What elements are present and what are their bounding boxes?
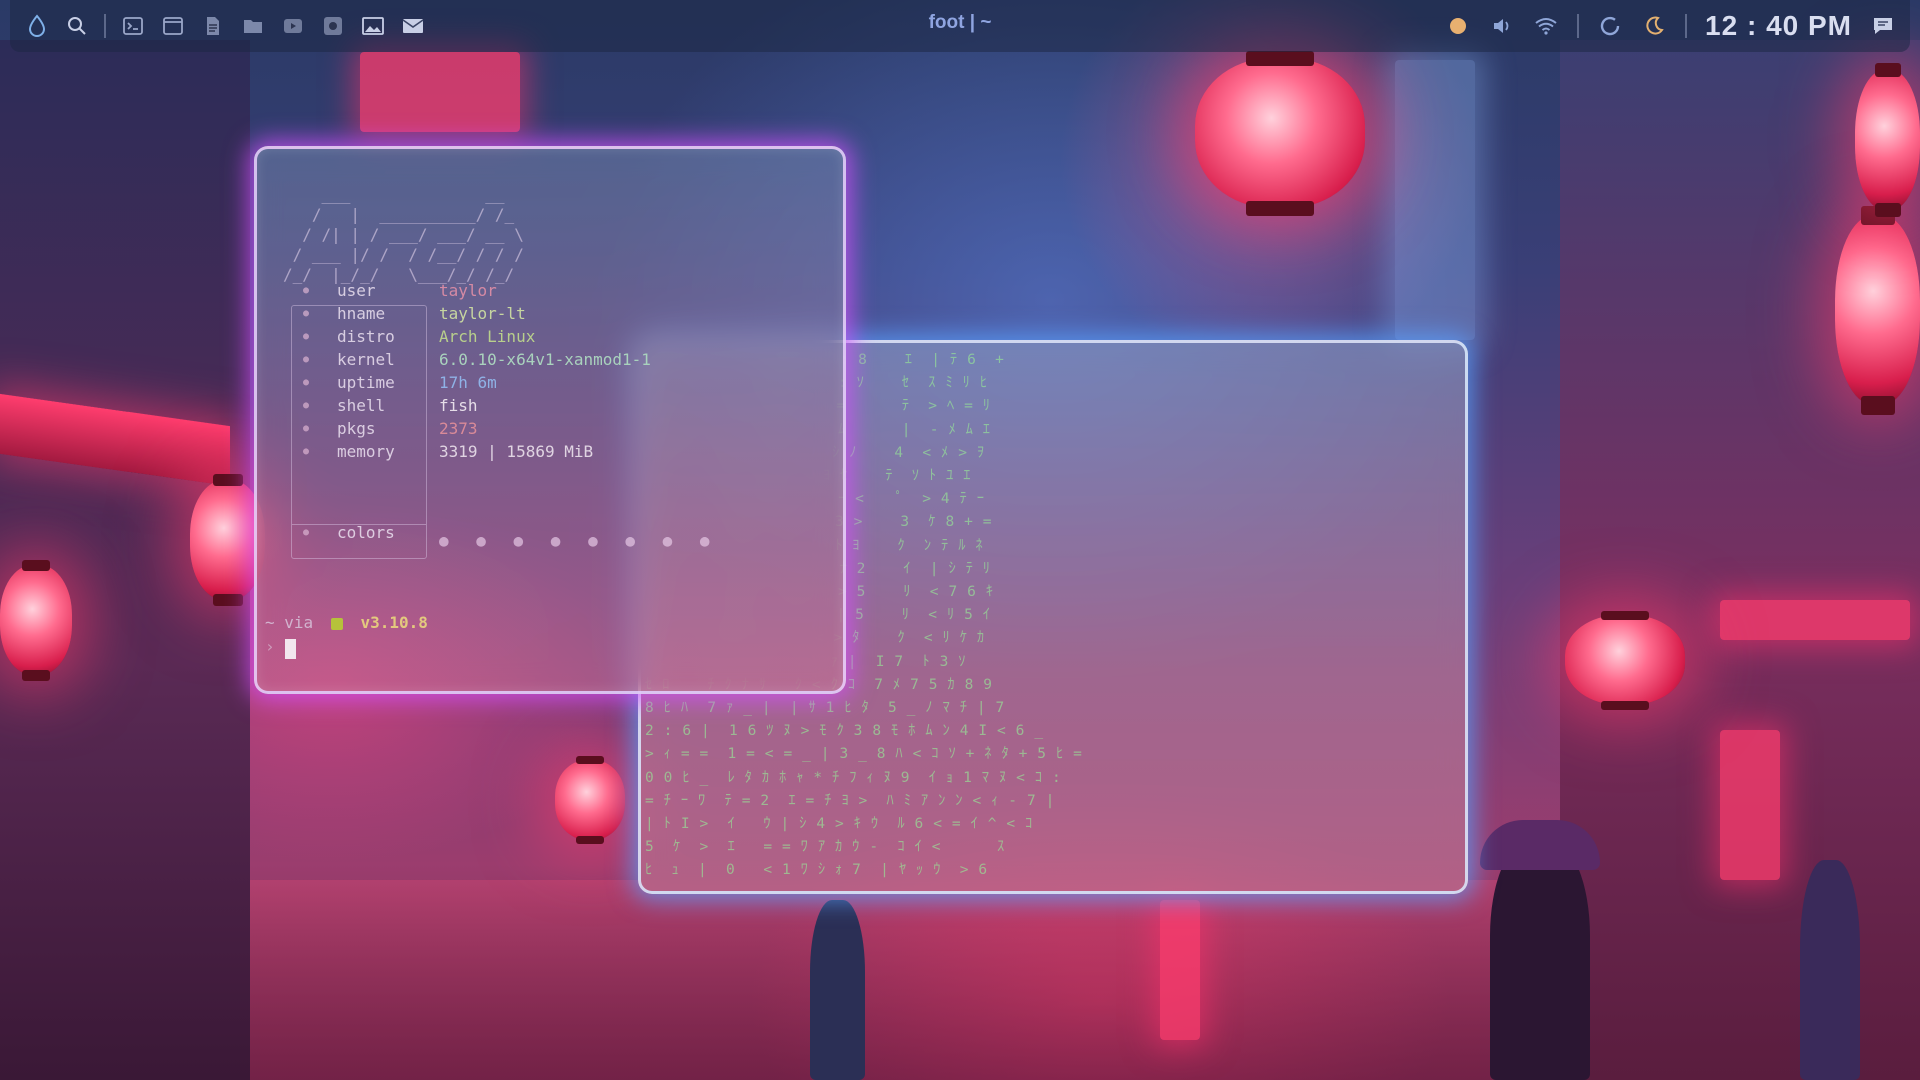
terminal-icon[interactable] [120,13,146,39]
info-key: hname [337,304,386,323]
info-row-hname: ● hname taylor-lt [257,302,817,325]
wallpaper-figure-right [1800,860,1860,1080]
info-value: taylor [439,281,497,300]
top-bar-separator [104,14,106,38]
terminal-window-fetch[interactable]: ___ __ / | __________/ /_ / /| | / ___/ … [254,146,846,694]
info-key: distro [337,327,395,346]
info-row-user: ● user taylor [257,279,817,302]
window-icon[interactable] [160,13,186,39]
mail-icon[interactable] [400,13,426,39]
desktop-wallpaper: foot | ~ 12 : 40 PM 8 ｴ | ﾃ 6 + ｿ ｾ ｽ ﾐ … [0,0,1920,1080]
status-dot-icon[interactable] [1445,13,1471,39]
info-key: pkgs [337,419,376,438]
wifi-icon[interactable] [1533,13,1559,39]
volume-icon[interactable] [1489,13,1515,39]
info-row-kernel: ● kernel 6.0.10-x64v1-xanmod1-1 [257,348,817,371]
info-value: 2373 [439,419,478,438]
info-value: 6.0.10-x64v1-xanmod1-1 [439,350,651,369]
prompt-dir: ~ [265,613,275,632]
wallpaper-lantern [1855,63,1920,217]
info-key: kernel [337,350,395,369]
document-icon[interactable] [200,13,226,39]
wallpaper-lantern [1195,50,1365,216]
uptime-icon: ● [303,377,310,388]
search-icon[interactable] [64,13,90,39]
colors-icon: ● [303,527,310,538]
info-key: colors [337,523,395,542]
clock[interactable]: 12 : 40 PM [1705,10,1852,42]
info-value: fish [439,396,478,415]
notification-icon[interactable] [1870,13,1896,39]
wallpaper-lantern [1835,205,1920,415]
memory-icon: ● [303,446,310,457]
wallpaper-lantern [1565,610,1685,710]
wallpaper-street-glow [250,880,1560,1080]
wallpaper-neon-sign-street [1160,900,1200,1040]
arch-ascii-logo: ___ __ / | __________/ /_ / /| | / ___/ … [283,185,524,284]
distro-icon: ● [303,331,310,342]
info-row-uptime: ● uptime 17h 6m [257,371,817,394]
wallpaper-neon-sign-right [1720,600,1910,640]
wallpaper-neon-sign-low [1720,730,1780,880]
info-value: Arch Linux [439,327,536,346]
top-bar-launchers [24,0,426,52]
folder-icon[interactable] [240,13,266,39]
info-row-memory: ● memory 3319 | 15869 MiB [257,440,817,463]
wallpaper-umbrella [1480,820,1600,870]
wallpaper-figure [810,900,865,1080]
video-icon[interactable] [280,13,306,39]
wallpaper-lantern [0,559,72,681]
info-key: user [337,281,376,300]
info-value: 17h 6m [439,373,497,392]
top-bar-status: 12 : 40 PM [1445,0,1896,52]
shell-icon: ● [303,400,310,411]
refresh-icon[interactable] [1597,13,1623,39]
top-bar-separator [1577,14,1580,38]
top-bar: foot | ~ 12 : 40 PM [10,0,1910,52]
color-palette-dots: ● ● ● ● ● ● ● ● [439,531,719,550]
top-bar-separator [1685,14,1688,38]
python-version: v3.10.8 [360,613,428,632]
text-cursor[interactable] [285,639,296,659]
image-icon[interactable] [360,13,386,39]
hname-icon: ● [303,308,310,319]
info-row-shell: ● shell fish [257,394,817,417]
droplet-icon[interactable] [24,13,50,39]
user-icon: ● [303,285,310,296]
info-value: taylor-lt [439,304,526,323]
wallpaper-figure-umbrella [1490,840,1590,1080]
info-row-distro: ● distro Arch Linux [257,325,817,348]
pkgs-icon: ● [303,423,310,434]
python-icon [330,617,343,630]
screenshot-icon[interactable] [320,13,346,39]
info-key: shell [337,396,386,415]
info-key: memory [337,442,395,461]
prompt-via: via [284,613,314,632]
kernel-icon: ● [303,354,310,365]
shell-prompt: ~ via v3.10.8 [265,613,428,632]
info-key: uptime [337,373,395,392]
prompt-symbol: › [265,637,275,656]
info-value: 3319 | 15869 MiB [439,442,594,461]
wallpaper-lantern [555,756,625,844]
info-row-pkgs: ● pkgs 2373 [257,417,817,440]
wallpaper-neon-sign-top [360,52,520,132]
wallpaper-neon-sign-blue [1395,60,1475,340]
moon-icon[interactable] [1641,13,1667,39]
